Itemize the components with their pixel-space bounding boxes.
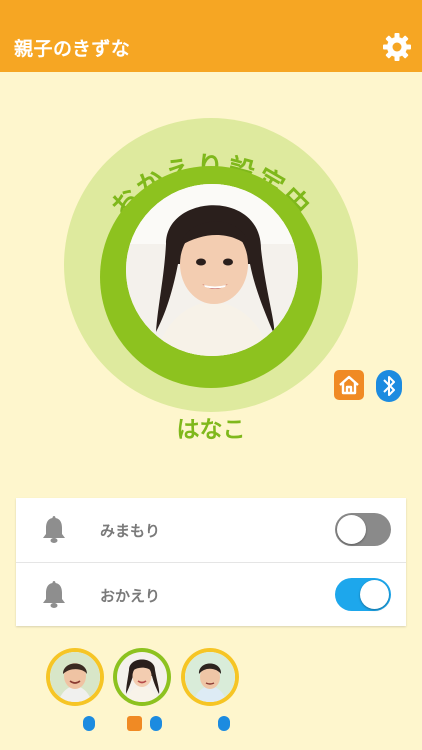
bell-icon bbox=[43, 581, 65, 608]
home-icon bbox=[339, 375, 359, 395]
okaeri-label: おかえり bbox=[100, 587, 161, 605]
mimamori-label: みまもり bbox=[100, 522, 161, 540]
bluetooth-badge bbox=[376, 370, 402, 402]
child-avatar bbox=[185, 652, 235, 702]
toggle-knob bbox=[337, 515, 366, 544]
home-icon bbox=[127, 716, 142, 731]
settings-row-okaeri: おかえり bbox=[16, 562, 406, 627]
gear-icon[interactable] bbox=[382, 32, 412, 62]
child-selector-2[interactable] bbox=[113, 648, 171, 706]
child-selector-3[interactable] bbox=[181, 648, 239, 706]
child-selector-1[interactable] bbox=[46, 648, 104, 706]
child-avatar bbox=[50, 652, 100, 702]
child-avatar bbox=[117, 652, 167, 702]
okaeri-toggle[interactable] bbox=[335, 578, 391, 611]
bell-icon bbox=[43, 516, 65, 543]
app-title: 親子のきずな bbox=[14, 38, 131, 60]
bluetooth-icon bbox=[83, 716, 95, 731]
app-header: 親子のきずな bbox=[0, 0, 422, 72]
mimamori-toggle[interactable] bbox=[335, 513, 391, 546]
alert-settings-panel: みまもり おかえり bbox=[16, 498, 406, 626]
child-photo bbox=[126, 184, 298, 356]
child-name: はなこ bbox=[176, 417, 246, 443]
bluetooth-icon bbox=[218, 716, 230, 731]
bluetooth-icon bbox=[383, 376, 395, 396]
toggle-knob bbox=[360, 580, 389, 609]
settings-row-mimamori: みまもり bbox=[16, 498, 406, 562]
bluetooth-icon bbox=[150, 716, 162, 731]
home-badge bbox=[334, 370, 364, 400]
